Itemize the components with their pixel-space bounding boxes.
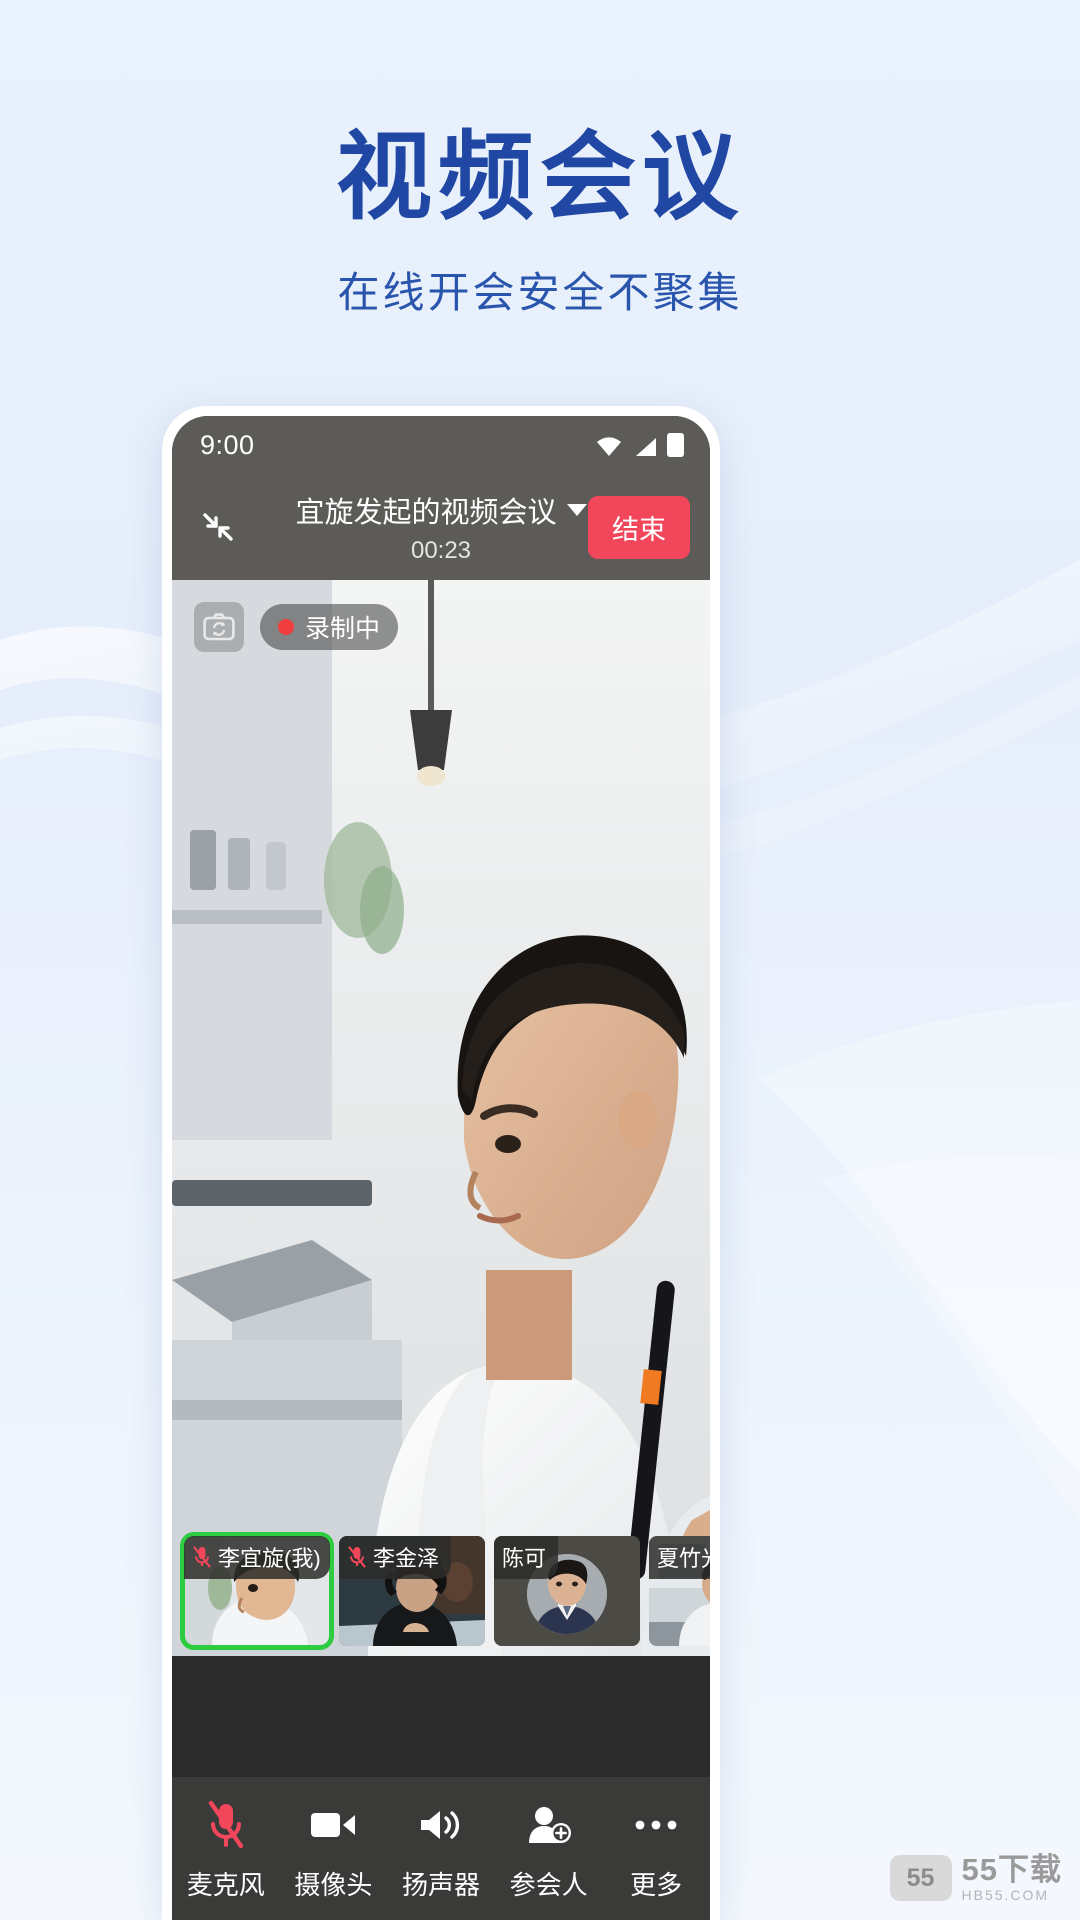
watermark-main: 55下载 (961, 1852, 1062, 1887)
meeting-title-label: 宜旋发起的视频会议 (295, 497, 557, 529)
recording-badge: 录制中 (260, 604, 399, 650)
participant-name-badge: 陈可 (494, 1536, 559, 1579)
participant-name-badge: 李宜旋(我) (184, 1536, 330, 1579)
participant-name-badge: 李金泽 (339, 1536, 452, 1579)
add-person-icon (526, 1799, 572, 1851)
toolbar-label-speaker: 扬声器 (401, 1870, 480, 1900)
participant-thumbnail-strip[interactable]: 李宜旋(我) 李金泽 陈可 夏竹 (172, 1532, 710, 1656)
toolbar-label-microphone: 麦克风 (186, 1870, 265, 1900)
meeting-title-button[interactable]: 宜旋发起的视频会议 (295, 489, 587, 531)
participant-name: 李金泽 (373, 1546, 440, 1571)
participant-name-badge: 夏竹光 (649, 1536, 710, 1579)
toolbar-label-camera: 摄像头 (294, 1870, 373, 1900)
speaker-icon (417, 1799, 465, 1851)
main-video-feed (172, 580, 710, 1656)
promo-text-block: 视频会议 在线开会安全不聚集 (0, 124, 1080, 320)
camera-flip-icon[interactable] (194, 602, 244, 652)
participant-thumbnail[interactable]: 李金泽 (339, 1536, 485, 1646)
watermark-text: 55下载 HB55.COM (962, 1854, 1062, 1902)
status-bar-icons (595, 433, 684, 457)
participant-thumbnail[interactable]: 陈可 (494, 1536, 640, 1646)
participant-name: 夏竹光 (657, 1546, 710, 1571)
meeting-toolbar: 麦克风 摄像头 扬声器 参会人 更多 (172, 1777, 710, 1920)
site-watermark: 55 55下载 HB55.COM (889, 1854, 1062, 1902)
video-camera-icon (309, 1799, 357, 1851)
toolbar-label-more: 更多 (630, 1870, 683, 1900)
participant-name: 陈可 (502, 1546, 547, 1571)
toolbar-button-microphone[interactable]: 麦克风 (172, 1799, 280, 1902)
participant-thumbnail[interactable]: 李宜旋(我) (180, 1532, 334, 1650)
page-subtitle: 在线开会安全不聚集 (337, 268, 743, 316)
microphone-off-icon (205, 1799, 247, 1851)
stage-overlay-controls: 录制中 (194, 602, 399, 652)
watermark-badge: 55 (889, 1855, 952, 1901)
participant-thumbnail[interactable]: 夏竹光 (649, 1536, 710, 1646)
video-stage[interactable]: 录制中 李宜旋(我) 李金泽 陈可 夏竹 (172, 580, 710, 1656)
end-meeting-button[interactable]: 结束 (588, 495, 690, 559)
minimize-icon[interactable] (192, 501, 244, 553)
signal-icon (632, 437, 658, 457)
watermark-sub: HB55.COM (961, 1887, 1050, 1903)
recording-label: 录制中 (305, 615, 381, 643)
wifi-icon (595, 437, 623, 457)
battery-icon (667, 433, 684, 457)
toolbar-button-participants[interactable]: 参会人 (495, 1799, 603, 1902)
page-title: 视频会议 (336, 124, 744, 231)
microphone-off-icon (192, 1545, 212, 1569)
toolbar-button-speaker[interactable]: 扬声器 (387, 1799, 495, 1902)
status-bar: 9:00 (172, 416, 710, 474)
more-dots-icon (634, 1799, 678, 1851)
participant-name: 李宜旋(我) (218, 1546, 321, 1571)
meeting-timer: 00:23 (410, 537, 472, 564)
phone-screen: 9:00 宜旋发起的视频会议 00:23 结束 录制中 李宜旋(我) 李金泽 陈… (172, 416, 710, 1920)
recording-dot-icon (278, 619, 294, 635)
microphone-off-icon (347, 1545, 367, 1569)
phone-mockup: 9:00 宜旋发起的视频会议 00:23 结束 录制中 李宜旋(我) 李金泽 陈… (162, 406, 720, 1920)
toolbar-label-participants: 参会人 (509, 1870, 588, 1900)
chevron-down-icon (566, 504, 587, 516)
meeting-header: 宜旋发起的视频会议 00:23 结束 (172, 474, 710, 580)
toolbar-button-camera[interactable]: 摄像头 (280, 1799, 388, 1902)
status-bar-time: 9:00 (200, 429, 255, 460)
toolbar-button-more[interactable]: 更多 (602, 1799, 710, 1902)
